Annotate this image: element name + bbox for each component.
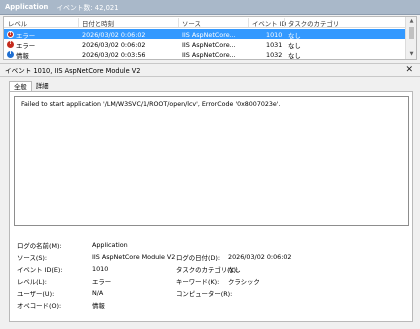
event-detail-title: イベント 1010, IIS AspNetCore Module V2	[0, 63, 420, 77]
column-header-source[interactable]: ソース	[182, 19, 201, 28]
logged-value: 2026/03/02 0:06:02	[228, 253, 292, 261]
event-id-label: イベント ID(E):	[17, 266, 63, 274]
scroll-up-icon[interactable]: ▲	[408, 18, 415, 25]
level-label: レベル(L):	[17, 278, 47, 286]
event-level: 情報	[16, 51, 29, 60]
event-datetime: 2026/03/02 0:06:02	[82, 40, 146, 49]
event-source: IIS AspNetCore...	[182, 30, 236, 39]
event-list[interactable]: レベル 日付と時刻 ソース イベント ID タスクのカテゴリ エラー 2026/…	[3, 16, 417, 60]
event-row[interactable]: 情報 2026/03/02 0:03:56 IIS AspNetCore... …	[4, 49, 406, 60]
event-source: IIS AspNetCore...	[182, 50, 236, 59]
event-id: 1032	[266, 50, 283, 59]
source-label: ソース(S):	[17, 254, 48, 262]
prop-row: ユーザー(U): N/A コンピューター(R):	[10, 289, 412, 299]
column-header-event-id[interactable]: イベント ID	[252, 19, 286, 28]
event-source: IIS AspNetCore...	[182, 40, 236, 49]
source-value: IIS AspNetCore Module V2	[92, 253, 176, 261]
event-id: 1010	[266, 30, 283, 39]
event-task: なし	[288, 51, 301, 60]
event-list-header: レベル 日付と時刻 ソース イベント ID タスクのカテゴリ	[4, 17, 406, 28]
scroll-thumb[interactable]	[409, 27, 414, 39]
log-name-value: Application	[92, 241, 128, 249]
general-panel: Failed to start application '/LM/W3SVC/1…	[9, 91, 413, 322]
event-id-value: 1010	[92, 265, 109, 273]
event-id: 1031	[266, 40, 283, 49]
info-icon	[7, 50, 14, 58]
error-icon	[7, 30, 14, 38]
task-category-value: なし	[228, 266, 241, 274]
prop-row: レベル(L): エラー キーワード(K): クラシック	[10, 277, 412, 287]
logged-label: ログの日付(D):	[176, 254, 221, 262]
prop-row: ログの名前(M): Application	[10, 241, 412, 251]
error-icon	[7, 40, 14, 48]
prop-row: イベント ID(E): 1010 タスクのカテゴリ(Y): なし	[10, 265, 412, 275]
level-value: エラー	[92, 278, 112, 286]
column-header-level[interactable]: レベル	[8, 19, 27, 28]
user-label: ユーザー(U):	[17, 290, 55, 298]
computer-label: コンピューター(R):	[176, 290, 233, 298]
log-name-label: ログの名前(M):	[17, 242, 62, 250]
scroll-down-icon[interactable]: ▼	[408, 51, 415, 58]
opcode-label: オペコード(O):	[17, 302, 62, 310]
close-icon[interactable]: ✕	[405, 64, 413, 76]
opcode-value: 情報	[92, 302, 105, 310]
log-title: Application	[5, 3, 49, 11]
event-row[interactable]: エラー 2026/03/02 0:06:02 IIS AspNetCore...…	[4, 29, 406, 40]
event-message[interactable]: Failed to start application '/LM/W3SVC/1…	[14, 96, 409, 226]
column-header-task-category[interactable]: タスクのカテゴリ	[288, 19, 339, 28]
log-title-bar: Application イベント数: 42,021	[0, 0, 420, 15]
column-header-datetime[interactable]: 日付と時刻	[82, 19, 114, 28]
keywords-value: クラシック	[228, 278, 260, 286]
prop-row: ソース(S): IIS AspNetCore Module V2 ログの日付(D…	[10, 253, 412, 263]
event-list-scrollbar[interactable]: ▲ ▼	[405, 17, 416, 59]
keywords-label: キーワード(K):	[176, 278, 220, 286]
event-detail-title-text: イベント 1010, IIS AspNetCore Module V2	[5, 67, 141, 75]
user-value: N/A	[92, 289, 104, 297]
event-datetime: 2026/03/02 0:06:02	[82, 30, 146, 39]
event-datetime: 2026/03/02 0:03:56	[82, 50, 146, 59]
prop-row: オペコード(O): 情報	[10, 301, 412, 311]
event-count: イベント数: 42,021	[56, 4, 119, 12]
event-row[interactable]: エラー 2026/03/02 0:06:02 IIS AspNetCore...…	[4, 39, 406, 50]
